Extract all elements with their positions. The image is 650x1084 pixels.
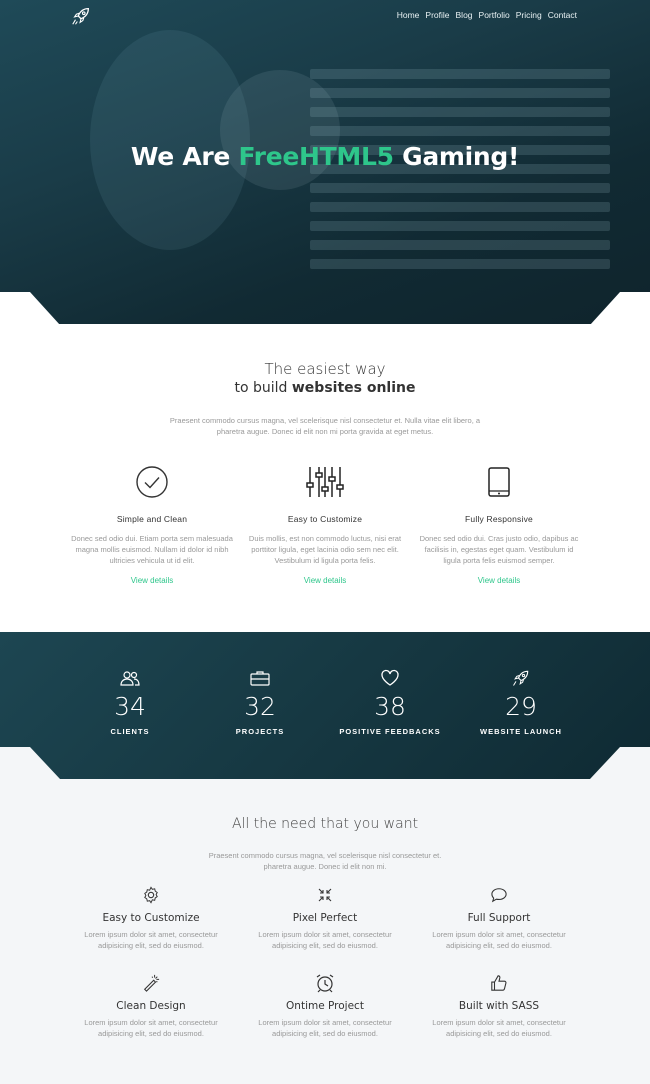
arrows-in-icon xyxy=(318,888,332,902)
view-details-link[interactable]: View details xyxy=(240,576,410,585)
service-easy-customize: Easy to Customize Lorem ipsum dolor sit … xyxy=(66,885,236,951)
thumbs-up-icon xyxy=(491,975,507,991)
counter-label: CLIENTS xyxy=(110,727,150,736)
service-description: Lorem ipsum dolor sit amet, consectetur … xyxy=(432,930,566,950)
service-title: Pixel Perfect xyxy=(292,912,358,924)
service-description: Lorem ipsum dolor sit amet, consectetur … xyxy=(258,1018,392,1038)
service-description: Lorem ipsum dolor sit amet, consectetur … xyxy=(258,930,392,950)
feature-fully-responsive: Fully Responsive Donec sed odio dui. Cra… xyxy=(414,462,584,585)
hero-section: Home Profile Blog Portfolio Pricing Cont… xyxy=(0,0,650,324)
intro-description: Praesent commodo cursus magna, vel scele… xyxy=(169,416,481,436)
intro-subtitle-prefix: to build xyxy=(234,380,288,396)
rocket-icon xyxy=(513,670,529,686)
nav-blog[interactable]: Blog xyxy=(456,10,473,20)
view-details-link[interactable]: View details xyxy=(67,576,237,585)
counter-number: 34 xyxy=(114,692,146,721)
counter-clients: 34 CLIENTS xyxy=(65,666,195,736)
service-description: Lorem ipsum dolor sit amet, consectetur … xyxy=(84,930,218,950)
nav-home[interactable]: Home xyxy=(397,10,420,20)
counter-number: 32 xyxy=(244,692,276,721)
service-built-sass: Built with SASS Lorem ipsum dolor sit am… xyxy=(414,973,584,1039)
feature-description: Donec sed odio dui. Etiam porta sem male… xyxy=(71,534,233,565)
hero-title: We Are FreeHTML5 Gaming! xyxy=(0,142,650,171)
briefcase-icon xyxy=(250,671,270,686)
hero-title-accent: FreeHTML5 xyxy=(238,142,394,171)
counter-projects: 32 PROJECTS xyxy=(195,666,325,736)
service-description: Lorem ipsum dolor sit amet, consectetur … xyxy=(84,1018,218,1038)
service-description: Lorem ipsum dolor sit amet, consectetur … xyxy=(432,1018,566,1038)
hero-bottom-notch xyxy=(0,292,650,325)
view-details-link[interactable]: View details xyxy=(414,576,584,585)
magic-wand-icon xyxy=(143,974,160,992)
feature-description: Donec sed odio dui. Cras justo odio, dap… xyxy=(419,534,579,565)
counters-bottom-notch xyxy=(0,747,650,779)
services-title: All the need that you want xyxy=(231,816,419,832)
counter-number: 29 xyxy=(505,692,537,721)
feature-description: Duis mollis, est non commodo luctus, nis… xyxy=(248,534,402,565)
nav-portfolio[interactable]: Portfolio xyxy=(479,10,510,20)
check-circle-icon xyxy=(136,466,168,498)
intro-subtitle: to build websites online xyxy=(0,380,650,396)
counter-launch: 29 WEBSITE LAUNCH xyxy=(456,666,586,736)
hero-title-prefix: We Are xyxy=(130,142,231,171)
users-icon xyxy=(120,671,140,686)
service-pixel-perfect: Pixel Perfect Lorem ipsum dolor sit amet… xyxy=(240,885,410,951)
gear-icon xyxy=(144,886,158,904)
nav-contact[interactable]: Contact xyxy=(548,10,577,20)
service-title: Full Support xyxy=(467,912,531,924)
counter-label: POSITIVE FEEDBACKS xyxy=(339,727,441,736)
hero-title-suffix: Gaming! xyxy=(402,142,520,171)
feature-easy-customize: Easy to Customize Duis mollis, est non c… xyxy=(240,462,410,585)
counter-feedbacks: 38 POSITIVE FEEDBACKS xyxy=(325,666,455,736)
hero-bg-monitors xyxy=(310,60,610,290)
chat-icon xyxy=(491,888,507,903)
service-title: Clean Design xyxy=(116,1000,186,1012)
nav-profile[interactable]: Profile xyxy=(425,10,449,20)
service-title: Easy to Customize xyxy=(102,912,200,924)
feature-title: Simple and Clean xyxy=(116,514,188,524)
sliders-icon xyxy=(306,467,344,497)
counter-label: WEBSITE LAUNCH xyxy=(480,727,562,736)
service-title: Built with SASS xyxy=(458,1000,540,1012)
tablet-icon xyxy=(488,467,510,497)
intro-title: The easiest way xyxy=(264,360,386,378)
main-nav: Home Profile Blog Portfolio Pricing Cont… xyxy=(397,10,577,20)
intro-subtitle-bold: websites online xyxy=(291,380,416,396)
rocket-logo-icon[interactable] xyxy=(70,5,92,27)
feature-simple-clean: Simple and Clean Donec sed odio dui. Eti… xyxy=(67,462,237,585)
feature-title: Fully Responsive xyxy=(465,514,533,524)
service-ontime-project: Ontime Project Lorem ipsum dolor sit ame… xyxy=(240,973,410,1039)
counter-label: PROJECTS xyxy=(235,727,285,736)
counter-number: 38 xyxy=(374,692,406,721)
nav-pricing[interactable]: Pricing xyxy=(516,10,542,20)
service-full-support: Full Support Lorem ipsum dolor sit amet,… xyxy=(414,885,584,951)
services-description: Praesent commodo cursus magna, vel scele… xyxy=(208,851,442,871)
service-title: Ontime Project xyxy=(286,1000,364,1012)
heart-icon xyxy=(381,669,399,686)
alarm-clock-icon xyxy=(316,974,334,993)
service-clean-design: Clean Design Lorem ipsum dolor sit amet,… xyxy=(66,973,236,1039)
feature-title: Easy to Customize xyxy=(287,514,363,524)
